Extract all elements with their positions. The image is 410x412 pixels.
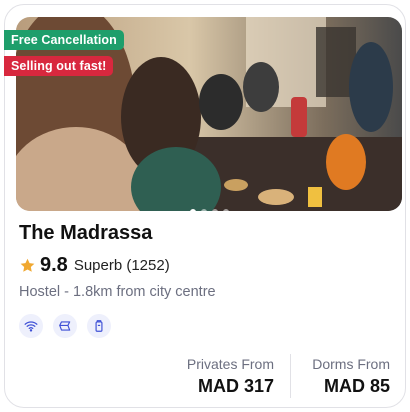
privates-label: Privates From — [186, 356, 274, 372]
property-name[interactable]: The Madrassa — [19, 222, 152, 245]
rating-text: Superb (1252) — [73, 257, 170, 274]
facility-icons — [19, 314, 111, 338]
wifi-icon — [19, 314, 43, 338]
price-divider — [290, 354, 291, 398]
privates-price[interactable]: Privates From MAD 317 — [187, 356, 274, 397]
star-icon — [20, 258, 35, 272]
locker-icon — [87, 314, 111, 338]
carousel-dot[interactable] — [200, 209, 207, 211]
carousel-dot[interactable] — [189, 209, 196, 211]
dorms-price[interactable]: Dorms From MAD 85 — [312, 356, 390, 397]
carousel-dot[interactable] — [222, 209, 229, 211]
linen-icon — [53, 314, 77, 338]
dorms-label: Dorms From — [312, 356, 390, 372]
carousel-dots[interactable] — [16, 209, 402, 211]
rating-score: 9.8 — [40, 254, 68, 276]
rating: 9.8 Superb (1252) — [19, 254, 170, 277]
carousel-dot[interactable] — [211, 209, 218, 211]
property-meta: Hostel - 1.8km from city centre — [19, 284, 216, 300]
selling-out-badge: Selling out fast! — [4, 56, 114, 76]
dorms-value: MAD 85 — [323, 376, 390, 396]
privates-value: MAD 317 — [197, 376, 274, 396]
free-cancellation-badge: Free Cancellation — [4, 30, 124, 50]
